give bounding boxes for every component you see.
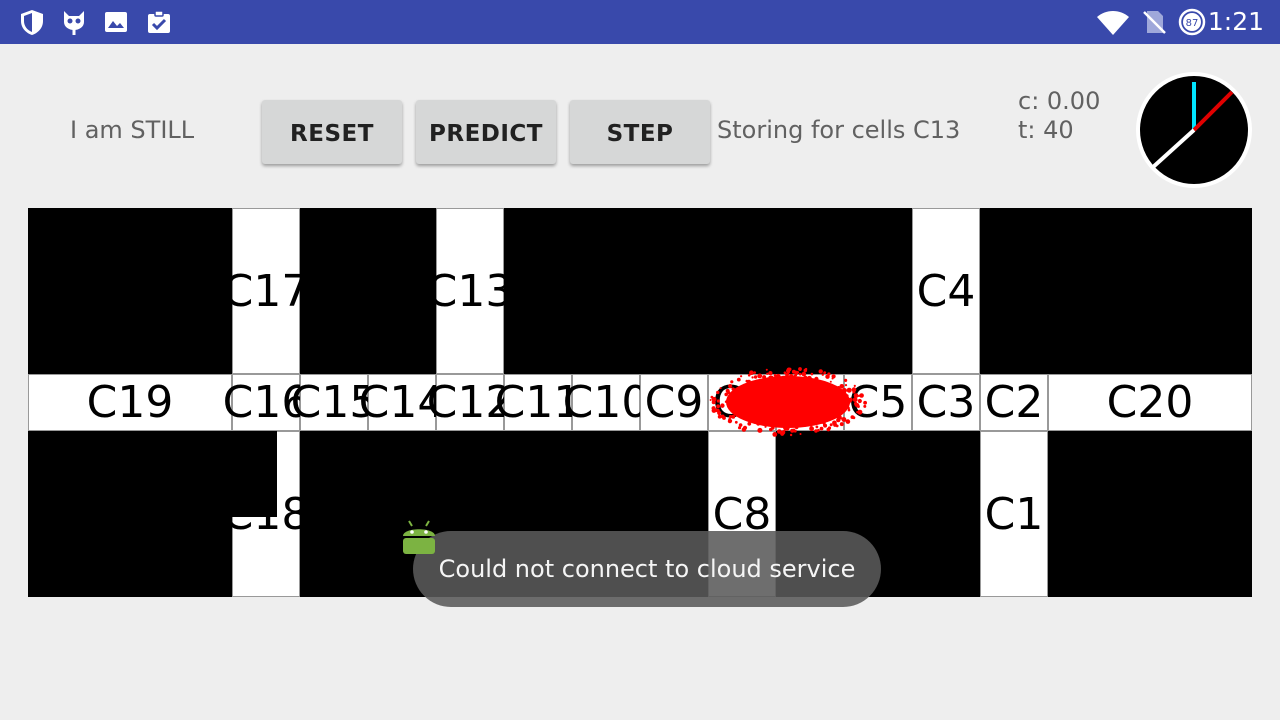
- shield-icon: [21, 10, 43, 35]
- particle: [765, 368, 768, 371]
- image-icon: [105, 12, 127, 32]
- cell-c4[interactable]: C4: [912, 208, 980, 374]
- step-button[interactable]: STEP: [570, 100, 710, 164]
- particle: [798, 367, 802, 371]
- storing-status: Storing for cells C13: [717, 116, 961, 144]
- toast-message: Could not connect to cloud service: [413, 531, 881, 607]
- checklist-icon: [148, 10, 170, 33]
- wall-block: [188, 431, 277, 517]
- cell-c5[interactable]: C5: [844, 374, 912, 431]
- particle: [789, 433, 793, 437]
- cell-c19[interactable]: C19: [28, 374, 232, 431]
- activity-status: I am STILL: [70, 116, 195, 144]
- battery-icon: 87: [1178, 8, 1206, 36]
- cell-c6[interactable]: C6: [776, 374, 844, 431]
- particle: [781, 430, 786, 435]
- particle: [799, 368, 802, 371]
- cell-c1[interactable]: C1: [980, 431, 1048, 597]
- cell-c13[interactable]: C13: [427, 208, 513, 374]
- wifi-icon: [1097, 11, 1129, 35]
- cell-c17[interactable]: C17: [223, 208, 309, 374]
- confidence-value: c: 0.00: [1018, 87, 1101, 115]
- particle: [788, 367, 792, 371]
- particle: [786, 368, 791, 373]
- cat-mascot-icon: [64, 11, 84, 35]
- android-robot-icon: [403, 520, 435, 554]
- reset-button[interactable]: RESET: [262, 100, 402, 164]
- clock-time: 1:21: [1207, 7, 1264, 36]
- cell-c10[interactable]: C10: [563, 374, 649, 431]
- time-step-value: t: 40: [1018, 116, 1074, 144]
- particle: [818, 369, 823, 374]
- particle: [803, 368, 808, 373]
- status-bar: 87 1:21: [0, 0, 1280, 44]
- cell-c2[interactable]: C2: [980, 374, 1048, 431]
- predict-button[interactable]: PREDICT: [416, 100, 556, 164]
- battery-level: 87: [1186, 18, 1199, 29]
- particle: [786, 367, 791, 372]
- compass-dial-icon: [1136, 72, 1252, 188]
- particle: [799, 433, 802, 435]
- cell-c9[interactable]: C9: [640, 374, 708, 431]
- particle: [780, 431, 785, 436]
- particle: [804, 367, 808, 371]
- cell-c7[interactable]: C7: [708, 374, 776, 431]
- cell-c20[interactable]: C20: [1048, 374, 1252, 431]
- no-sim-icon: [1143, 11, 1166, 34]
- cell-c3[interactable]: C3: [912, 374, 980, 431]
